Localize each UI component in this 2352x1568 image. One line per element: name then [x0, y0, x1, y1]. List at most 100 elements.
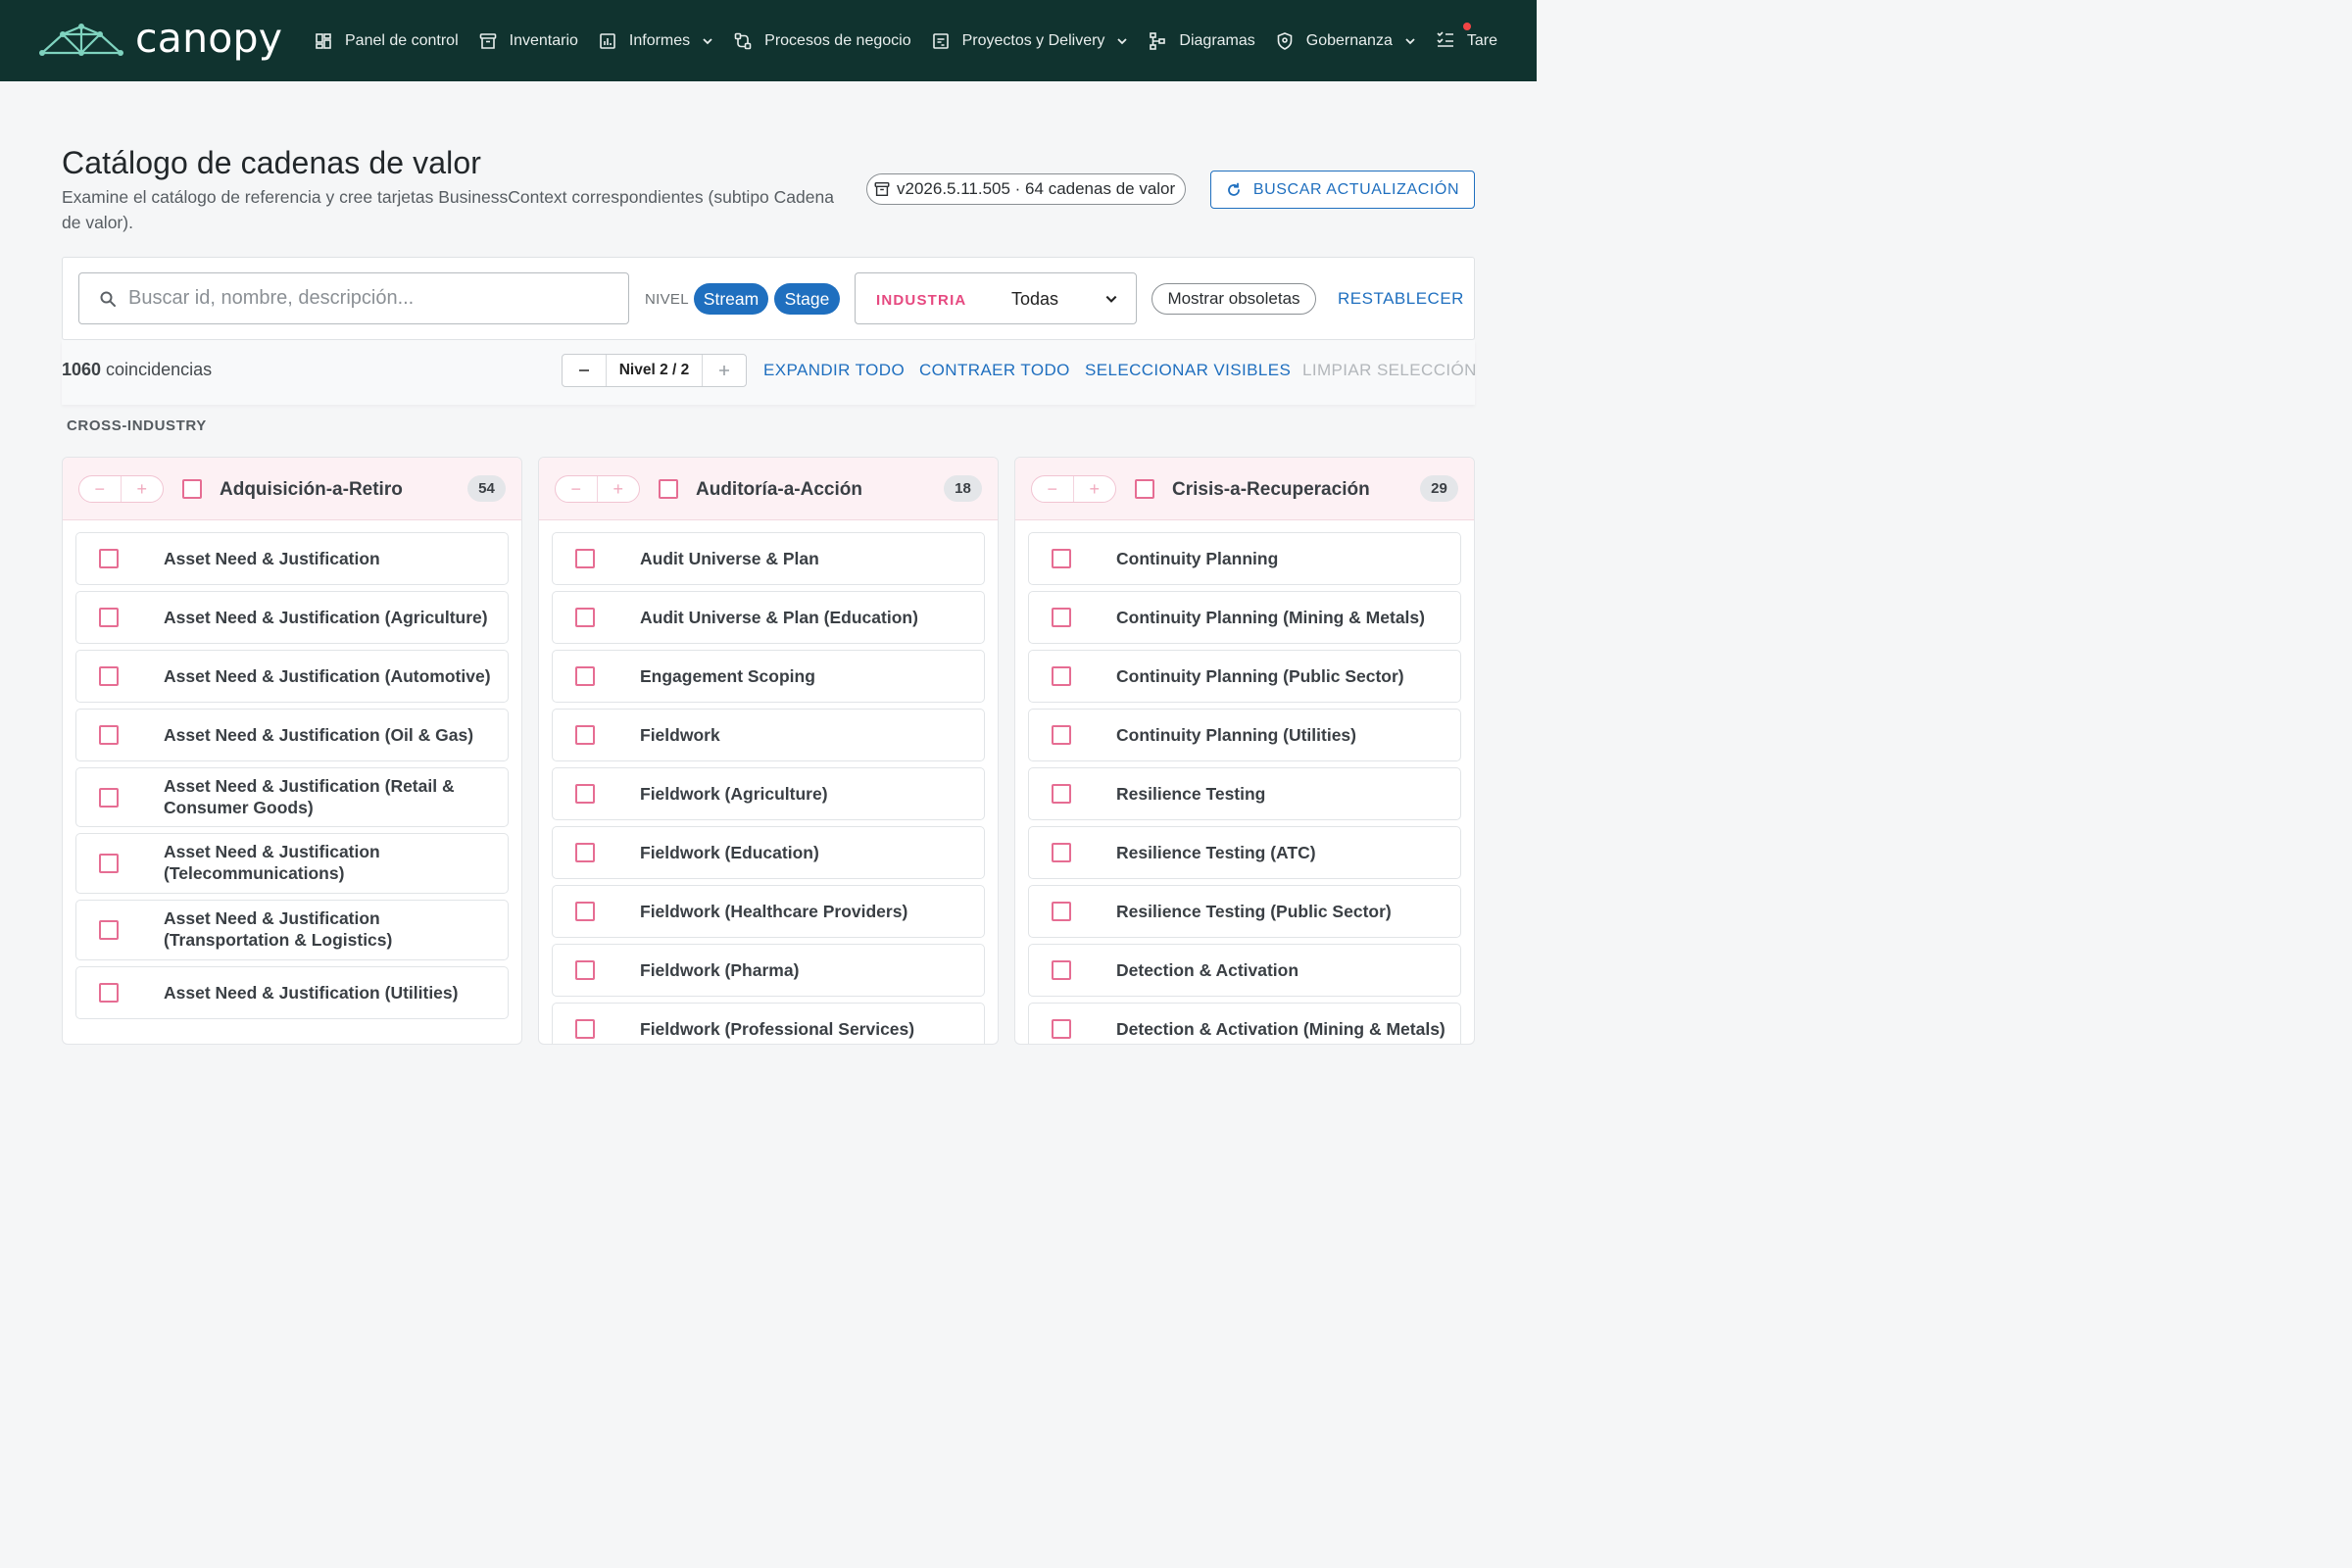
stage-row[interactable]: Resilience Testing (Public Sector) [1028, 885, 1461, 938]
column-level-stepper: − + [1031, 475, 1116, 503]
stage-row[interactable]: Asset Need & Justification (Transportati… [75, 900, 509, 960]
level-chip-stream[interactable]: Stream [694, 283, 768, 315]
collapse-all-button[interactable]: CONTRAER TODO [919, 361, 1070, 380]
stage-checkbox[interactable] [1052, 902, 1071, 921]
stage-row[interactable]: Asset Need & Justification (Automotive) [75, 650, 509, 703]
stage-checkbox[interactable] [1052, 549, 1071, 568]
stage-row[interactable]: Continuity Planning (Public Sector) [1028, 650, 1461, 703]
stage-row[interactable]: Resilience Testing (ATC) [1028, 826, 1461, 879]
stage-checkbox[interactable] [575, 1019, 595, 1039]
stage-label: Fieldwork (Professional Services) [640, 1019, 915, 1039]
stage-checkbox[interactable] [575, 666, 595, 686]
nav-item-governance[interactable]: Gobernanza [1275, 31, 1416, 51]
stage-checkbox[interactable] [575, 902, 595, 921]
stage-row[interactable]: Engagement Scoping [552, 650, 985, 703]
column-header: − + Auditoría-a-Acción 18 [539, 458, 998, 520]
stage-checkbox[interactable] [99, 983, 119, 1003]
canopy-logo[interactable]: canopy [39, 18, 282, 63]
nav-item-dashboard[interactable]: Panel de control [314, 31, 459, 51]
stage-row[interactable]: Asset Need & Justification (Telecommunic… [75, 833, 509, 894]
reset-filters-button[interactable]: RESTABLECER [1338, 289, 1464, 309]
stage-row[interactable]: Continuity Planning [1028, 532, 1461, 585]
stage-checkbox[interactable] [1052, 666, 1071, 686]
nav-item-projects-delivery[interactable]: Proyectos y Delivery [931, 31, 1129, 51]
stage-checkbox[interactable] [99, 920, 119, 940]
stage-row[interactable]: Audit Universe & Plan [552, 532, 985, 585]
select-visible-button[interactable]: SELECCIONAR VISIBLES [1085, 361, 1291, 380]
stage-checkbox[interactable] [99, 549, 119, 568]
stage-checkbox[interactable] [575, 608, 595, 627]
stage-row[interactable]: Asset Need & Justification [75, 532, 509, 585]
expand-all-button[interactable]: EXPANDIR TODO [763, 361, 905, 380]
stage-row[interactable]: Asset Need & Justification (Retail & Con… [75, 767, 509, 827]
level-chip-stage[interactable]: Stage [774, 283, 840, 315]
stage-checkbox[interactable] [99, 666, 119, 686]
stage-row[interactable]: Fieldwork (Healthcare Providers) [552, 885, 985, 938]
level-decrease-button[interactable] [563, 355, 606, 386]
level-filter-label: NIVEL [645, 291, 689, 308]
stage-row[interactable]: Continuity Planning (Utilities) [1028, 709, 1461, 761]
stage-checkbox[interactable] [99, 788, 119, 808]
nav-item-reports[interactable]: Informes [598, 31, 713, 51]
stage-row[interactable]: Detection & Activation (Mining & Metals) [1028, 1003, 1461, 1044]
search-field[interactable] [78, 272, 629, 324]
stage-checkbox[interactable] [1052, 784, 1071, 804]
level-increase-button[interactable] [703, 355, 746, 386]
stage-checkbox[interactable] [575, 960, 595, 980]
stage-label: Audit Universe & Plan [640, 549, 819, 568]
stage-row[interactable]: Fieldwork (Education) [552, 826, 985, 879]
nav-item-tasks[interactable]: Tare [1436, 23, 1497, 53]
stage-row[interactable]: Fieldwork (Professional Services) [552, 1003, 985, 1044]
stage-row[interactable]: Resilience Testing [1028, 767, 1461, 820]
nav-item-diagrams[interactable]: Diagramas [1148, 31, 1255, 51]
stage-checkbox[interactable] [1052, 843, 1071, 862]
column-expand-button[interactable]: + [122, 476, 164, 502]
stage-checkbox[interactable] [1052, 725, 1071, 745]
stage-label: Fieldwork (Pharma) [640, 960, 800, 980]
notification-dot [1462, 23, 1471, 30]
stage-row[interactable]: Audit Universe & Plan (Education) [552, 591, 985, 644]
stage-checkbox[interactable] [575, 549, 595, 568]
stage-label: Detection & Activation (Mining & Metals) [1116, 1019, 1446, 1039]
stage-row[interactable]: Fieldwork (Pharma) [552, 944, 985, 997]
stage-row[interactable]: Fieldwork (Agriculture) [552, 767, 985, 820]
stage-row[interactable]: Fieldwork [552, 709, 985, 761]
industry-select[interactable]: INDUSTRIA Todas [855, 272, 1137, 324]
nav-item-business-processes[interactable]: Procesos de negocio [733, 31, 911, 51]
stage-checkbox[interactable] [575, 784, 595, 804]
column-collapse-button[interactable]: − [1032, 476, 1074, 502]
stage-row[interactable]: Asset Need & Justification (Agriculture) [75, 591, 509, 644]
stage-row[interactable]: Asset Need & Justification (Utilities) [75, 966, 509, 1019]
column-collapse-button[interactable]: − [556, 476, 598, 502]
check-update-button[interactable]: BUSCAR ACTUALIZACIÓN [1210, 171, 1475, 209]
clear-selection-button[interactable]: LIMPIAR SELECCIÓN [1302, 361, 1477, 380]
column-expand-button[interactable]: + [598, 476, 640, 502]
column-select-checkbox[interactable] [1135, 479, 1154, 499]
stage-checkbox[interactable] [1052, 960, 1071, 980]
archive-icon [479, 32, 496, 49]
column-select-checkbox[interactable] [182, 479, 202, 499]
stage-checkbox[interactable] [575, 843, 595, 862]
stage-checkbox[interactable] [1052, 1019, 1071, 1039]
level-stepper: Nivel 2 / 2 [562, 354, 747, 387]
stage-checkbox[interactable] [1052, 608, 1071, 627]
column-count-badge: 29 [1420, 475, 1458, 502]
column-collapse-button[interactable]: − [79, 476, 122, 502]
stage-checkbox[interactable] [99, 608, 119, 627]
stage-row[interactable]: Asset Need & Justification (Oil & Gas) [75, 709, 509, 761]
column-count-badge: 18 [944, 475, 982, 502]
industry-select-value: Todas [1011, 289, 1059, 309]
stage-checkbox[interactable] [99, 854, 119, 873]
search-input[interactable] [128, 287, 599, 310]
stage-checkbox[interactable] [99, 725, 119, 745]
tasks-icon [1437, 31, 1453, 47]
column-expand-button[interactable]: + [1074, 476, 1116, 502]
nav-item-inventory[interactable]: Inventario [478, 31, 578, 51]
stage-checkbox[interactable] [575, 725, 595, 745]
column-select-checkbox[interactable] [659, 479, 678, 499]
stage-row[interactable]: Detection & Activation [1028, 944, 1461, 997]
stage-label: Continuity Planning (Mining & Metals) [1116, 608, 1425, 627]
nav-label: Gobernanza [1305, 31, 1393, 49]
stage-row[interactable]: Continuity Planning (Mining & Metals) [1028, 591, 1461, 644]
show-obsolete-toggle[interactable]: Mostrar obsoletas [1152, 283, 1316, 315]
